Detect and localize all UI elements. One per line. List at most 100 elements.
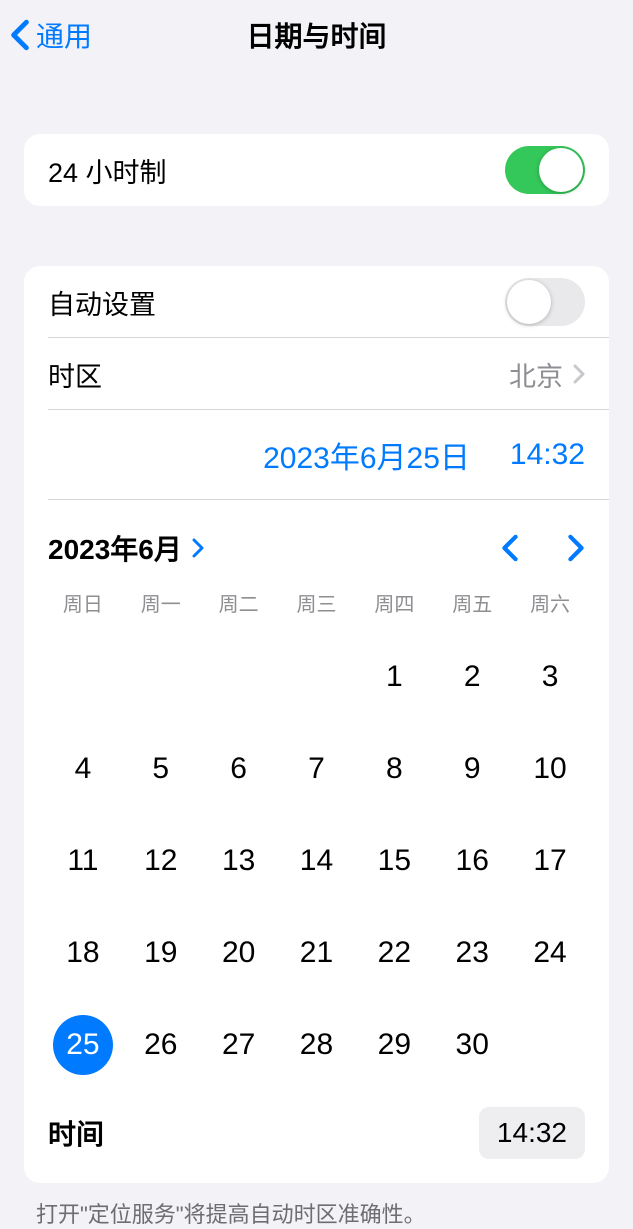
day-number: 20 xyxy=(209,923,269,983)
day-cell[interactable]: 8 xyxy=(355,739,433,799)
day-cell-empty xyxy=(200,647,278,707)
chevron-right-icon xyxy=(567,534,585,562)
time-picker-button[interactable]: 14:32 xyxy=(479,1107,585,1159)
back-button[interactable]: 通用 xyxy=(0,15,92,55)
weekday-label: 周四 xyxy=(355,588,433,617)
day-cell[interactable]: 11 xyxy=(44,831,122,891)
day-cell-empty xyxy=(278,647,356,707)
timezone-value: 北京 xyxy=(509,355,563,394)
day-cell[interactable]: 22 xyxy=(355,923,433,983)
day-cell[interactable]: 9 xyxy=(433,739,511,799)
prev-month-button[interactable] xyxy=(501,534,519,562)
chevron-left-icon xyxy=(501,534,519,562)
day-number: 21 xyxy=(286,923,346,983)
day-number: 18 xyxy=(53,923,113,983)
day-number: 17 xyxy=(520,831,580,891)
day-number: 22 xyxy=(364,923,424,983)
weekday-label: 周五 xyxy=(433,588,511,617)
day-cell[interactable]: 30 xyxy=(433,1015,511,1075)
hour-format-label: 24 小时制 xyxy=(48,151,505,190)
day-number: 8 xyxy=(364,739,424,799)
weekday-label: 周二 xyxy=(200,588,278,617)
day-number: 15 xyxy=(364,831,424,891)
day-cell[interactable]: 28 xyxy=(278,1015,356,1075)
day-number: 28 xyxy=(286,1015,346,1075)
time-display[interactable]: 14:32 xyxy=(510,438,585,472)
timezone-label: 时区 xyxy=(48,355,509,394)
day-cell[interactable]: 23 xyxy=(433,923,511,983)
hour-format-toggle[interactable] xyxy=(505,146,585,194)
day-cell[interactable]: 21 xyxy=(278,923,356,983)
day-cell[interactable]: 6 xyxy=(200,739,278,799)
hour-format-row: 24 小时制 xyxy=(24,134,609,206)
day-number: 5 xyxy=(131,739,191,799)
day-cell[interactable]: 14 xyxy=(278,831,356,891)
day-cell[interactable]: 27 xyxy=(200,1015,278,1075)
chevron-right-icon xyxy=(573,364,585,384)
day-number: 14 xyxy=(286,831,346,891)
day-cell[interactable]: 4 xyxy=(44,739,122,799)
day-cell[interactable]: 17 xyxy=(511,831,589,891)
time-picker-row: 时间 14:32 xyxy=(24,1099,609,1183)
month-picker-button[interactable]: 2023年6月 xyxy=(48,528,204,568)
timezone-row[interactable]: 时区 北京 xyxy=(24,338,609,410)
day-number: 4 xyxy=(53,739,113,799)
date-time-display-row: 2023年6月25日 14:32 xyxy=(24,410,609,500)
time-label: 时间 xyxy=(48,1113,479,1153)
day-number: 23 xyxy=(442,923,502,983)
date-display[interactable]: 2023年6月25日 xyxy=(263,433,470,477)
day-cell-empty xyxy=(122,647,200,707)
day-number: 25 xyxy=(53,1015,113,1075)
day-number: 27 xyxy=(209,1015,269,1075)
day-number: 13 xyxy=(209,831,269,891)
page-title: 日期与时间 xyxy=(0,15,633,55)
day-number: 12 xyxy=(131,831,191,891)
next-month-button[interactable] xyxy=(567,534,585,562)
chevron-left-icon xyxy=(10,19,30,51)
day-cell[interactable]: 13 xyxy=(200,831,278,891)
day-number: 29 xyxy=(364,1015,424,1075)
toggle-knob xyxy=(507,280,551,324)
day-cell[interactable]: 29 xyxy=(355,1015,433,1075)
day-number: 9 xyxy=(442,739,502,799)
day-cell[interactable]: 1 xyxy=(355,647,433,707)
month-label: 2023年6月 xyxy=(48,528,182,568)
day-cell[interactable]: 5 xyxy=(122,739,200,799)
day-cell[interactable]: 16 xyxy=(433,831,511,891)
day-number: 1 xyxy=(364,647,424,707)
day-cell[interactable]: 15 xyxy=(355,831,433,891)
day-cell[interactable]: 25 xyxy=(44,1015,122,1075)
day-number: 19 xyxy=(131,923,191,983)
back-label: 通用 xyxy=(36,15,92,55)
day-cell[interactable]: 20 xyxy=(200,923,278,983)
weekday-label: 周六 xyxy=(511,588,589,617)
day-number: 24 xyxy=(520,923,580,983)
day-cell[interactable]: 19 xyxy=(122,923,200,983)
day-cell[interactable]: 7 xyxy=(278,739,356,799)
day-number: 26 xyxy=(131,1015,191,1075)
day-cell[interactable]: 3 xyxy=(511,647,589,707)
day-cell[interactable]: 10 xyxy=(511,739,589,799)
day-number: 6 xyxy=(209,739,269,799)
auto-set-row: 自动设置 xyxy=(24,266,609,338)
footer-note: 打开"定位服务"将提高自动时区准确性。 xyxy=(0,1183,633,1229)
day-number: 30 xyxy=(442,1015,502,1075)
toggle-knob xyxy=(539,148,583,192)
weekday-label: 周三 xyxy=(278,588,356,617)
day-number: 2 xyxy=(442,647,502,707)
chevron-right-icon xyxy=(192,538,204,558)
day-cell[interactable]: 18 xyxy=(44,923,122,983)
day-cell[interactable]: 12 xyxy=(122,831,200,891)
day-number: 16 xyxy=(442,831,502,891)
day-number: 10 xyxy=(520,739,580,799)
day-cell-empty xyxy=(44,647,122,707)
auto-set-label: 自动设置 xyxy=(48,283,505,322)
weekday-label: 周日 xyxy=(44,588,122,617)
day-cell[interactable]: 26 xyxy=(122,1015,200,1075)
day-number: 7 xyxy=(286,739,346,799)
day-cell[interactable]: 24 xyxy=(511,923,589,983)
day-cell[interactable]: 2 xyxy=(433,647,511,707)
weekday-label: 周一 xyxy=(122,588,200,617)
auto-set-toggle[interactable] xyxy=(505,278,585,326)
day-number: 3 xyxy=(520,647,580,707)
